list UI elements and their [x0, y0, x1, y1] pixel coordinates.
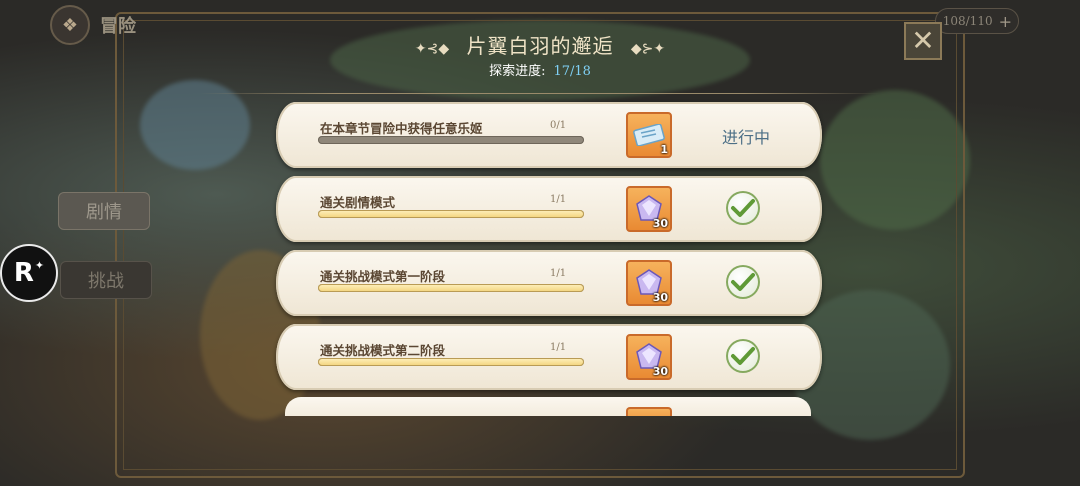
- task-progress-bar: [318, 284, 584, 292]
- completed-check-icon: [726, 191, 760, 225]
- task-progress-bar: [318, 210, 584, 218]
- completed-check-icon: [726, 339, 760, 373]
- reward-item[interactable]: 30: [626, 186, 672, 232]
- task-progress-bar: [318, 358, 584, 366]
- task-item: 通关挑战模式第一阶段 1/1 30: [276, 250, 822, 316]
- task-item-partial: [285, 397, 811, 416]
- task-progress-fill: [318, 210, 584, 218]
- reward-item[interactable]: 30: [626, 334, 672, 380]
- task-progress-fill: [318, 284, 584, 292]
- task-progress: 1/1: [550, 342, 567, 353]
- task-progress-bar: [318, 136, 584, 144]
- task-name: 通关剧情模式: [320, 195, 396, 210]
- task-progress: 1/1: [550, 194, 567, 205]
- task-name: 通关挑战模式第二阶段: [320, 343, 446, 358]
- task-item: 在本章节冒险中获得任意乐姬 0/1 1 进行中: [276, 102, 822, 168]
- status-in-progress: 进行中: [722, 128, 771, 147]
- reward-item-partial: [626, 407, 672, 416]
- task-progress: 1/1: [550, 268, 567, 279]
- completed-check-icon: [726, 265, 760, 299]
- task-progress: 0/1: [550, 120, 567, 131]
- reward-quantity: 30: [652, 291, 668, 304]
- task-name: 在本章节冒险中获得任意乐姬: [320, 121, 483, 136]
- reward-quantity: 30: [652, 365, 668, 378]
- task-list[interactable]: 在本章节冒险中获得任意乐姬 0/1 1 进行中 通关剧情模式 1/1 30 通关…: [0, 0, 1080, 416]
- reward-item[interactable]: 1: [626, 112, 672, 158]
- reward-item[interactable]: 30: [626, 260, 672, 306]
- reward-quantity: 30: [652, 217, 668, 230]
- task-progress-fill: [318, 358, 584, 366]
- task-name: 通关挑战模式第一阶段: [320, 269, 446, 284]
- task-item: 通关剧情模式 1/1 30: [276, 176, 822, 242]
- task-item: 通关挑战模式第二阶段 1/1 30: [276, 324, 822, 390]
- reward-quantity: 1: [660, 143, 668, 156]
